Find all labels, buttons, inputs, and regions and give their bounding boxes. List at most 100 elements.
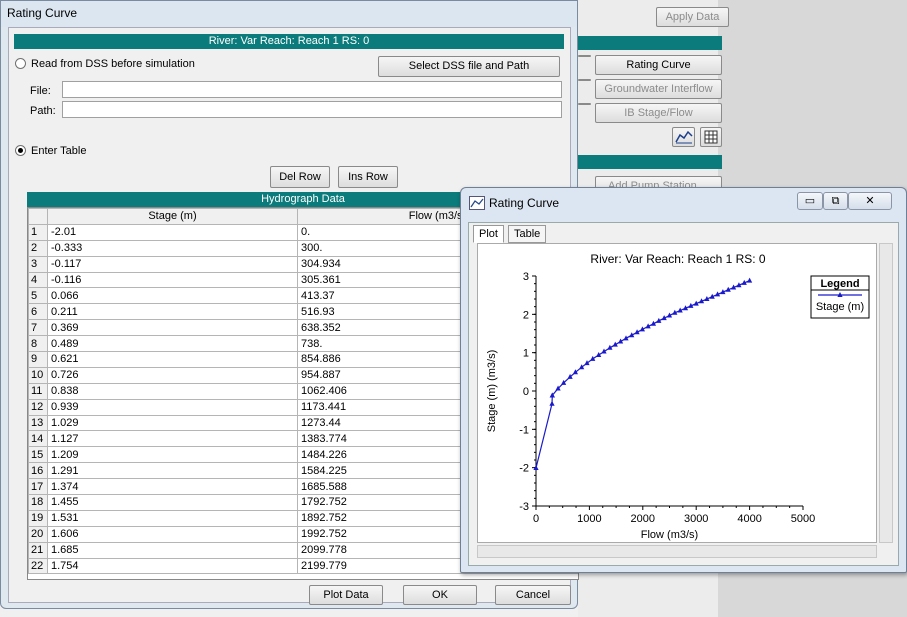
stage-cell[interactable]: 0.621 xyxy=(47,351,298,368)
row-number: 11 xyxy=(28,382,48,400)
series-line xyxy=(535,280,750,469)
stage-cell[interactable]: 1.291 xyxy=(47,462,298,480)
row-number: 19 xyxy=(28,509,48,527)
x-tick-label: 0 xyxy=(533,513,539,525)
row-number: 22 xyxy=(28,557,48,575)
row-number: 1 xyxy=(28,223,48,241)
data-point xyxy=(584,360,590,366)
row-number: 20 xyxy=(28,525,48,543)
background-btn-1[interactable] xyxy=(578,55,591,57)
stage-cell[interactable]: 1.685 xyxy=(47,541,298,559)
background-btn-3[interactable] xyxy=(578,103,591,105)
legend-title: Legend xyxy=(820,278,859,290)
row-number: 4 xyxy=(28,271,48,289)
read-dss-label: Read from DSS before simulation xyxy=(31,58,195,70)
ib-stage-flow-button[interactable]: IB Stage/Flow xyxy=(595,103,722,123)
stage-cell[interactable]: -0.116 xyxy=(47,271,298,289)
table-icon-button[interactable] xyxy=(700,127,722,147)
tab-table[interactable]: Table xyxy=(508,225,547,243)
stage-cell[interactable]: 0.838 xyxy=(47,382,298,400)
stage-cell[interactable]: 1.209 xyxy=(47,446,298,464)
read-dss-radio[interactable] xyxy=(15,58,26,69)
vertical-scrollbar[interactable] xyxy=(879,243,893,543)
row-number: 7 xyxy=(28,319,48,337)
tab-plot[interactable]: Plot xyxy=(473,225,504,243)
rating-curve-chart: River: Var Reach: Reach 1 RS: 0 0 1000 2000… xyxy=(486,252,870,541)
stage-cell[interactable]: 0.211 xyxy=(47,303,298,321)
chart-icon xyxy=(674,130,693,144)
stage-cell[interactable]: 0.066 xyxy=(47,287,298,305)
row-number: 14 xyxy=(28,430,48,448)
data-point xyxy=(549,400,555,406)
stage-cell[interactable]: 1.531 xyxy=(47,509,298,527)
path-label: Path: xyxy=(30,105,56,117)
groundwater-interflow-button[interactable]: Groundwater Interflow xyxy=(595,79,722,99)
row-number: 12 xyxy=(28,398,48,416)
plot-area: River: Var Reach: Reach 1 RS: 0 0 1000 2000… xyxy=(477,243,877,543)
stage-cell[interactable]: 0.489 xyxy=(47,335,298,353)
chart-title: River: Var Reach: Reach 1 RS: 0 xyxy=(590,252,766,266)
stage-cell[interactable]: 1.455 xyxy=(47,494,298,511)
del-row-button[interactable]: Del Row xyxy=(270,166,330,188)
chart-window-icon xyxy=(469,196,485,210)
table-icon xyxy=(704,130,718,144)
stage-cell[interactable]: -0.117 xyxy=(47,255,298,273)
row-number: 15 xyxy=(28,446,48,464)
row-number: 18 xyxy=(28,494,48,511)
row-number: 8 xyxy=(28,335,48,353)
plot-icon-button[interactable] xyxy=(672,127,695,147)
x-tick-label: 3000 xyxy=(684,513,708,525)
x-axis-label: Flow (m3/s) xyxy=(641,529,698,541)
path-input[interactable] xyxy=(62,101,562,118)
stage-cell[interactable]: -2.01 xyxy=(47,223,298,241)
y-tick-label: 2 xyxy=(523,309,529,321)
x-tick-label: 2000 xyxy=(631,513,655,525)
row-number: 21 xyxy=(28,541,48,559)
rating-curve-button[interactable]: Rating Curve xyxy=(595,55,722,75)
stage-cell[interactable]: -0.333 xyxy=(47,239,298,257)
stage-cell[interactable]: 1.127 xyxy=(47,430,298,448)
close-button[interactable]: ✕ xyxy=(848,192,892,210)
apply-data-button[interactable]: Apply Data xyxy=(656,7,729,27)
y-tick-label: -1 xyxy=(519,424,529,436)
background-btn-2[interactable] xyxy=(578,79,591,81)
file-label: File: xyxy=(30,85,51,97)
x-tick-label: 4000 xyxy=(737,513,761,525)
row-number: 9 xyxy=(28,351,48,368)
row-number: 17 xyxy=(28,478,48,496)
stage-cell[interactable]: 0.726 xyxy=(47,366,298,384)
cancel-button[interactable]: Cancel xyxy=(495,585,571,605)
plot-data-button[interactable]: Plot Data xyxy=(309,585,383,605)
stage-cell[interactable]: 1.029 xyxy=(47,414,298,432)
stage-column-header: Stage (m) xyxy=(47,208,298,225)
row-number-header xyxy=(28,208,48,225)
y-axis-label: Stage (m) (m3/s) xyxy=(486,350,498,433)
row-number: 5 xyxy=(28,287,48,305)
stage-cell[interactable]: 1.374 xyxy=(47,478,298,496)
file-input[interactable] xyxy=(62,81,562,98)
enter-table-radio[interactable] xyxy=(15,145,26,156)
stage-cell[interactable]: 1.606 xyxy=(47,525,298,543)
data-point xyxy=(579,364,585,370)
row-number: 13 xyxy=(28,414,48,432)
data-point xyxy=(572,369,579,375)
y-tick-label: -2 xyxy=(519,463,529,475)
enter-table-label: Enter Table xyxy=(31,145,87,157)
data-point xyxy=(747,277,753,283)
stage-cell[interactable]: 1.754 xyxy=(47,557,298,575)
rating-curve-plot-window: Rating Curve ▭ ⧉ ✕ Plot Table River: Var… xyxy=(460,187,907,573)
restore-button[interactable]: ⧉ xyxy=(823,192,848,210)
row-number: 16 xyxy=(28,462,48,480)
y-tick-label: -3 xyxy=(519,501,529,513)
y-tick-label: 1 xyxy=(523,348,529,360)
select-dss-button[interactable]: Select DSS file and Path xyxy=(378,56,560,77)
ok-button[interactable]: OK xyxy=(403,585,477,605)
stage-cell[interactable]: 0.939 xyxy=(47,398,298,416)
background-header-bar xyxy=(578,36,722,50)
ins-row-button[interactable]: Ins Row xyxy=(338,166,398,188)
legend-entry: Stage (m) xyxy=(816,301,864,313)
minimize-button[interactable]: ▭ xyxy=(797,192,823,210)
plot-window-client: Plot Table River: Var Reach: Reach 1 RS:… xyxy=(468,222,899,566)
stage-cell[interactable]: 0.369 xyxy=(47,319,298,337)
horizontal-scrollbar[interactable] xyxy=(477,545,877,558)
